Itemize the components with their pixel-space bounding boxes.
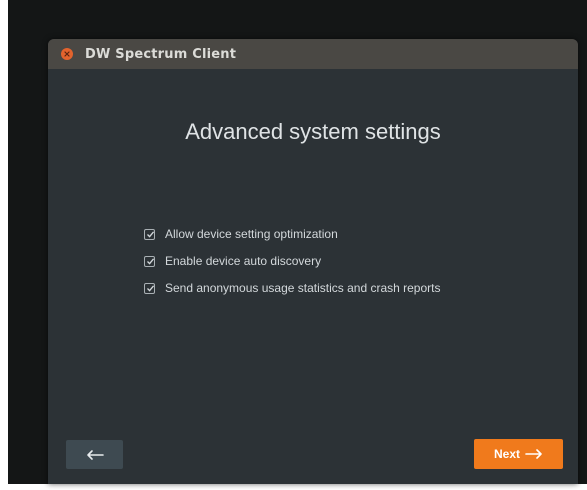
window-titlebar[interactable]: DW Spectrum Client	[48, 39, 578, 69]
back-button[interactable]	[66, 440, 123, 469]
checkbox-checked-icon[interactable]	[144, 229, 155, 240]
setup-wizard-window: DW Spectrum Client Advanced system setti…	[48, 39, 578, 484]
next-button-label: Next	[493, 447, 520, 461]
option-device-auto-discovery[interactable]: Enable device auto discovery	[144, 254, 484, 270]
right-arrow-icon	[525, 449, 542, 459]
option-label: Enable device auto discovery	[165, 254, 322, 268]
settings-options-list: Allow device setting optimization Enable…	[144, 227, 484, 309]
desktop-background: DW Spectrum Client Advanced system setti…	[8, 0, 587, 484]
left-arrow-icon	[86, 449, 104, 460]
option-usage-statistics[interactable]: Send anonymous usage statistics and cras…	[144, 281, 484, 297]
option-device-setting-optimization[interactable]: Allow device setting optimization	[144, 227, 484, 243]
close-icon[interactable]	[61, 48, 73, 60]
window-title: DW Spectrum Client	[85, 46, 237, 62]
page-title: Advanced system settings	[185, 119, 441, 144]
checkbox-checked-icon[interactable]	[144, 283, 155, 294]
option-label: Allow device setting optimization	[165, 227, 338, 241]
next-button[interactable]: Next	[474, 439, 563, 469]
checkbox-checked-icon[interactable]	[144, 256, 155, 267]
option-label: Send anonymous usage statistics and cras…	[165, 281, 441, 295]
